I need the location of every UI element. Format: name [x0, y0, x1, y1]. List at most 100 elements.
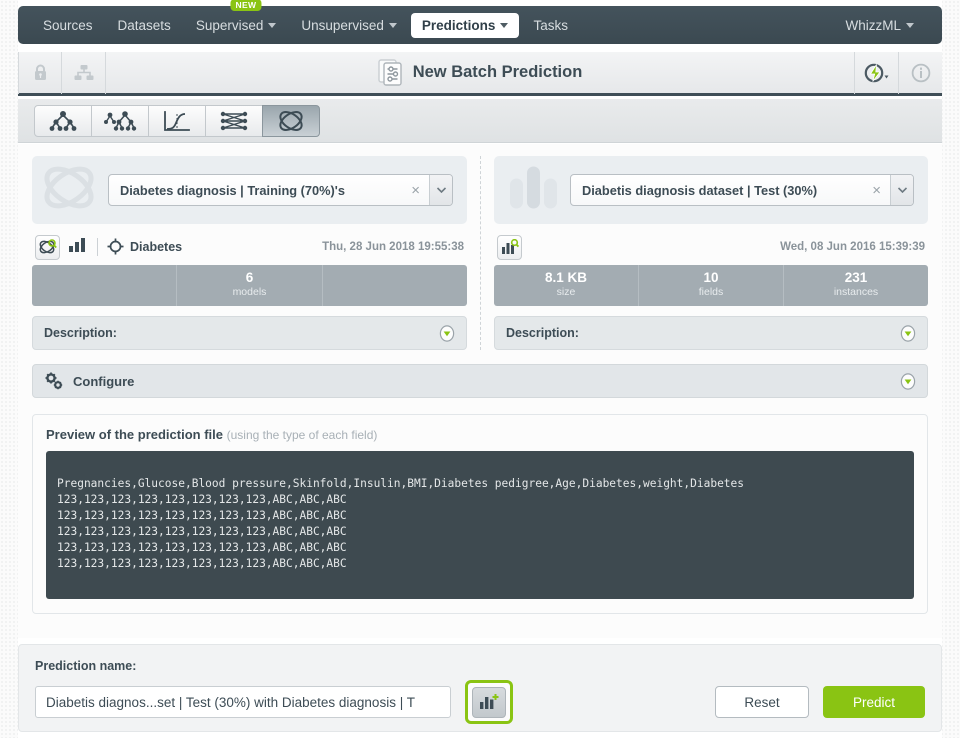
nav-right-group: WhizzML [834, 12, 928, 39]
lock-icon [34, 64, 46, 80]
actions-menu-button[interactable] [854, 51, 898, 94]
configure-bar[interactable]: Configure [32, 364, 928, 398]
preview-line: 123,123,123,123,123,123,123,123,ABC,ABC,… [57, 541, 347, 554]
dataset-select-value: Diabetis diagnosis dataset | Test (30%) [582, 182, 818, 198]
dataset-description-bar[interactable]: Description: [494, 316, 928, 350]
chevron-down-circle-icon [900, 324, 916, 342]
dataset-description-label: Description: [506, 326, 579, 340]
dataset-preview-button[interactable] [497, 234, 522, 260]
meta-divider [97, 238, 98, 256]
dataset-stat-fields: 10 fields [639, 265, 784, 306]
fusion-description-label: Description: [44, 326, 117, 340]
dataset-column: Diabetis diagnosis dataset | Test (30%) … [480, 156, 928, 350]
create-dataset-toggle[interactable] [465, 680, 513, 724]
fusion-preview-button[interactable] [35, 234, 60, 260]
fusion-watermark-icon [40, 162, 98, 219]
share-network-icon [74, 65, 93, 80]
fusion-search-icon [39, 239, 57, 254]
dataset-clear-icon[interactable]: × [863, 182, 890, 199]
model-icon [49, 110, 77, 131]
dataset-select[interactable]: Diabetis diagnosis dataset | Test (30%) … [570, 174, 914, 206]
prediction-name-label: Prediction name: [35, 659, 137, 673]
nav-item-sources[interactable]: Sources [32, 12, 104, 39]
reset-button[interactable]: Reset [715, 686, 809, 718]
dataset-stat-label: instances [833, 286, 879, 299]
dataset-created-date: Wed, 08 Jun 2016 15:39:39 [780, 241, 925, 253]
prediction-name-input[interactable] [35, 686, 451, 718]
chevron-down-icon [906, 22, 914, 28]
batch-prediction-icon [377, 58, 402, 86]
dataset-select-arrow[interactable] [890, 175, 913, 205]
chevron-down-icon [388, 22, 397, 28]
fusion-column: Diabetes diagnosis | Training (70%)'s × [32, 156, 480, 350]
create-dataset-button[interactable] [472, 686, 506, 718]
page-title-group: New Batch Prediction [106, 58, 854, 87]
selection-columns: Diabetes diagnosis | Training (70%)'s × [32, 156, 928, 350]
fusion-description-expand-button[interactable] [439, 324, 455, 342]
chevron-down-icon [500, 22, 509, 28]
chevron-down-icon [436, 187, 446, 193]
chevron-down-icon [268, 22, 277, 28]
batch-prediction-body: Diabetes diagnosis | Training (70%)'s × [18, 144, 942, 638]
dataset-stat-value: 8.1 KB [544, 270, 588, 286]
nav-item-supervised[interactable]: NEW Supervised [185, 0, 288, 39]
type-button-deepnet[interactable] [205, 104, 263, 137]
header-actions [854, 51, 942, 94]
preview-line: Pregnancies,Glucose,Blood pressure,Skinf… [57, 477, 745, 490]
logistic-regression-icon [164, 110, 190, 131]
info-button[interactable] [898, 51, 942, 94]
fusion-stat-value: 6 [245, 270, 254, 286]
page-title: New Batch Prediction [412, 63, 583, 81]
type-button-fusion[interactable] [262, 104, 320, 137]
fusion-clear-icon[interactable]: × [402, 182, 429, 199]
nav-item-whizzml[interactable]: WhizzML [834, 12, 925, 39]
dataset-stat-label: fields [698, 286, 724, 299]
ensemble-icon [104, 110, 137, 131]
new-badge: NEW [230, 0, 262, 11]
bar-chart-icon [69, 237, 85, 252]
fusion-stat [323, 265, 467, 306]
nav-label-unsupervised: Unsupervised [301, 17, 384, 33]
nav-item-predictions[interactable]: Predictions [410, 12, 520, 38]
share-button[interactable] [62, 51, 106, 94]
dataset-description-expand-button[interactable] [900, 324, 916, 342]
nav-label-predictions: Predictions [421, 17, 496, 33]
app-page: Sources Datasets NEW Supervised Unsuperv… [0, 0, 960, 738]
prediction-footer: Prediction name: Reset Predict [18, 644, 942, 732]
fusion-select-arrow[interactable] [429, 175, 452, 205]
main-navigation: Sources Datasets NEW Supervised Unsuperv… [18, 0, 942, 44]
fusion-stat [32, 265, 178, 306]
preview-line: 123,123,123,123,123,123,123,123,ABC,ABC,… [57, 557, 347, 570]
configure-expand-button[interactable] [900, 372, 916, 390]
nav-label-tasks: Tasks [533, 17, 568, 33]
nav-label-whizzml: WhizzML [845, 17, 901, 33]
preview-line: 123,123,123,123,123,123,123,123,ABC,ABC,… [57, 509, 347, 522]
fusion-description-bar[interactable]: Description: [32, 316, 467, 350]
dataset-stats-bar: 8.1 KB size 10 fields 231 instances [494, 265, 928, 306]
predict-button[interactable]: Predict [823, 686, 925, 718]
dataset-stat-value: 10 [703, 270, 719, 286]
nav-item-datasets[interactable]: Datasets [107, 12, 182, 39]
objective-field [107, 238, 124, 256]
nav-label-supervised: Supervised [195, 17, 264, 33]
objective-field-name: Diabetes [130, 240, 183, 254]
fusion-meta-row: Diabetes Thu, 28 Jun 2018 19:55:38 [32, 231, 467, 263]
type-button-ensemble[interactable] [91, 104, 149, 137]
prediction-file-preview: Preview of the prediction file (using th… [32, 414, 928, 614]
configure-label: Configure [73, 373, 135, 389]
dataset-plus-icon [480, 694, 499, 709]
nav-item-tasks[interactable]: Tasks [522, 12, 579, 39]
type-button-logistic-regression[interactable] [148, 104, 206, 137]
nav-item-unsupervised[interactable]: Unsupervised [290, 12, 408, 39]
dataset-meta-row: Wed, 08 Jun 2016 15:39:39 [494, 231, 928, 263]
dataset-stat-value: 231 [844, 270, 868, 286]
fusion-chart-button[interactable] [68, 237, 88, 258]
fusion-selector-box: Diabetes diagnosis | Training (70%)'s × [32, 156, 467, 224]
type-button-model[interactable] [34, 104, 92, 137]
fusion-icon [279, 110, 303, 131]
privacy-lock-button[interactable] [18, 51, 62, 94]
info-icon [911, 63, 930, 82]
fusion-stat: 6 models [177, 265, 323, 306]
fusion-select[interactable]: Diabetes diagnosis | Training (70%)'s × [108, 174, 453, 206]
dataset-stat-instances: 231 instances [784, 265, 928, 306]
